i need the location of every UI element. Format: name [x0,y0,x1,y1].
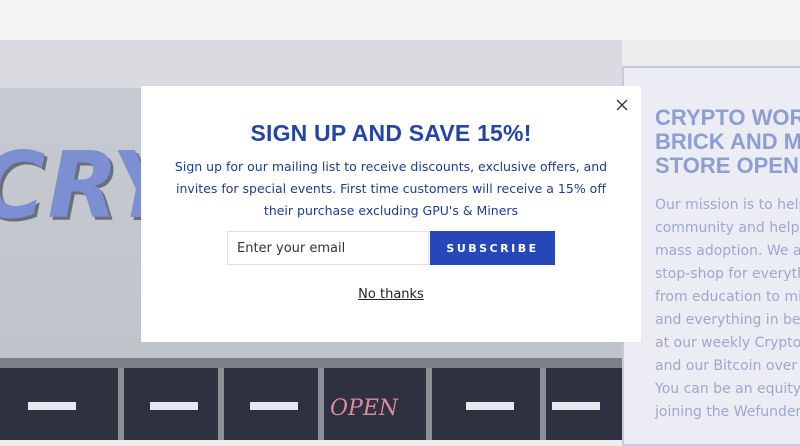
neon-open-sign: OPEN [330,396,399,421]
window-mullion [540,368,546,440]
heading-line: STORE OPEN N [655,153,800,178]
ceiling-light [150,402,198,410]
ceiling-light [250,402,298,410]
window-mullion [318,368,324,440]
body-line: stop-shop for everythin [655,266,800,282]
close-icon[interactable] [613,96,631,114]
photo-sky [0,40,622,88]
ceiling-light [552,402,600,410]
body-line: joining the Wefunder [655,404,800,420]
decline-wrapper: No thanks [141,283,641,302]
body-line: at our weekly Crypto [655,335,800,351]
announcement-heading: CRYPTO WOR BRICK AND MO STORE OPEN N [655,106,800,178]
body-line: and our Bitcoin over B [655,358,800,374]
store-announcement-panel: CRYPTO WOR BRICK AND MO STORE OPEN N Our… [622,66,800,446]
description-line: invites for special events. First time c… [176,181,606,196]
ceiling-light [466,402,514,410]
window-mullion [118,368,124,440]
heading-line: BRICK AND MO [655,129,800,154]
no-thanks-link[interactable]: No thanks [358,287,424,302]
announcement-body: Our mission is to help community and hel… [655,194,800,424]
heading-line: CRYPTO WOR [655,105,800,130]
email-field[interactable] [227,231,429,265]
description-line: Sign up for our mailing list to receive … [174,159,608,174]
popup-description: Sign up for our mailing list to receive … [171,156,611,222]
body-line: from education to min [655,289,800,305]
popup-title: SIGN UP AND SAVE 15%! [250,120,532,146]
description-line: their purchase excluding GPU's & Miners [263,203,519,218]
ceiling-light [28,402,76,410]
newsletter-popup: SIGN UP AND SAVE 15%! Sign up for our ma… [141,86,641,342]
window-mullion [426,368,432,440]
body-line: Our mission is to help [655,197,800,213]
body-line: community and help b [655,220,800,236]
window-mullion [218,368,224,440]
subscribe-button[interactable]: SUBSCRIBE [430,231,555,265]
photo-windows [0,368,622,440]
body-line: and everything in betw [655,312,800,328]
body-line: You can be an equity [655,381,800,397]
top-bar [0,0,800,40]
close-icon[interactable] [616,99,628,111]
photo-beam [0,358,622,368]
body-line: mass adoption. We a [655,243,800,259]
